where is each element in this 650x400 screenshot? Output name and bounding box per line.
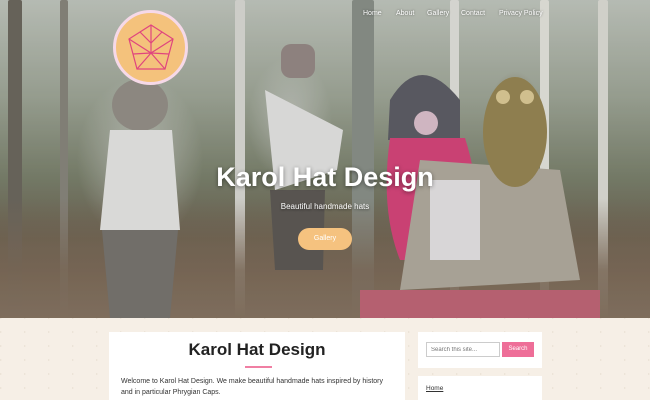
page-title: Karol Hat Design bbox=[188, 340, 326, 359]
sidebar-menu-widget: Home bbox=[418, 376, 542, 400]
nav-item-contact[interactable]: Contact bbox=[461, 10, 485, 17]
hero-overlay bbox=[0, 0, 650, 318]
nav-item-home[interactable]: Home bbox=[363, 10, 382, 17]
search-input[interactable] bbox=[426, 342, 500, 357]
hero-tagline: Beautiful handmade hats bbox=[280, 202, 370, 211]
geometric-crown-logo-icon bbox=[127, 23, 174, 70]
search-button[interactable]: Search bbox=[502, 342, 534, 357]
nav-item-gallery[interactable]: Gallery bbox=[427, 10, 449, 17]
main-content-card: Karol Hat Design Welcome to Karol Hat De… bbox=[109, 332, 405, 400]
main-nav: Home About Gallery Contact Privacy Polic… bbox=[360, 10, 650, 26]
sidebar-item-home[interactable]: Home bbox=[426, 385, 443, 392]
title-underline bbox=[245, 366, 272, 368]
hero-title: Karol Hat Design bbox=[216, 162, 434, 192]
intro-paragraph: Welcome to Karol Hat Design. We make bea… bbox=[121, 378, 383, 396]
hero-banner: Home About Gallery Contact Privacy Polic… bbox=[0, 0, 650, 318]
hero-gallery-button[interactable]: Gallery bbox=[298, 228, 352, 250]
nav-item-privacy-policy[interactable]: Privacy Policy bbox=[499, 10, 543, 17]
nav-item-about[interactable]: About bbox=[396, 10, 414, 17]
site-logo[interactable] bbox=[113, 10, 188, 85]
sidebar-search-widget: Search bbox=[418, 332, 542, 368]
